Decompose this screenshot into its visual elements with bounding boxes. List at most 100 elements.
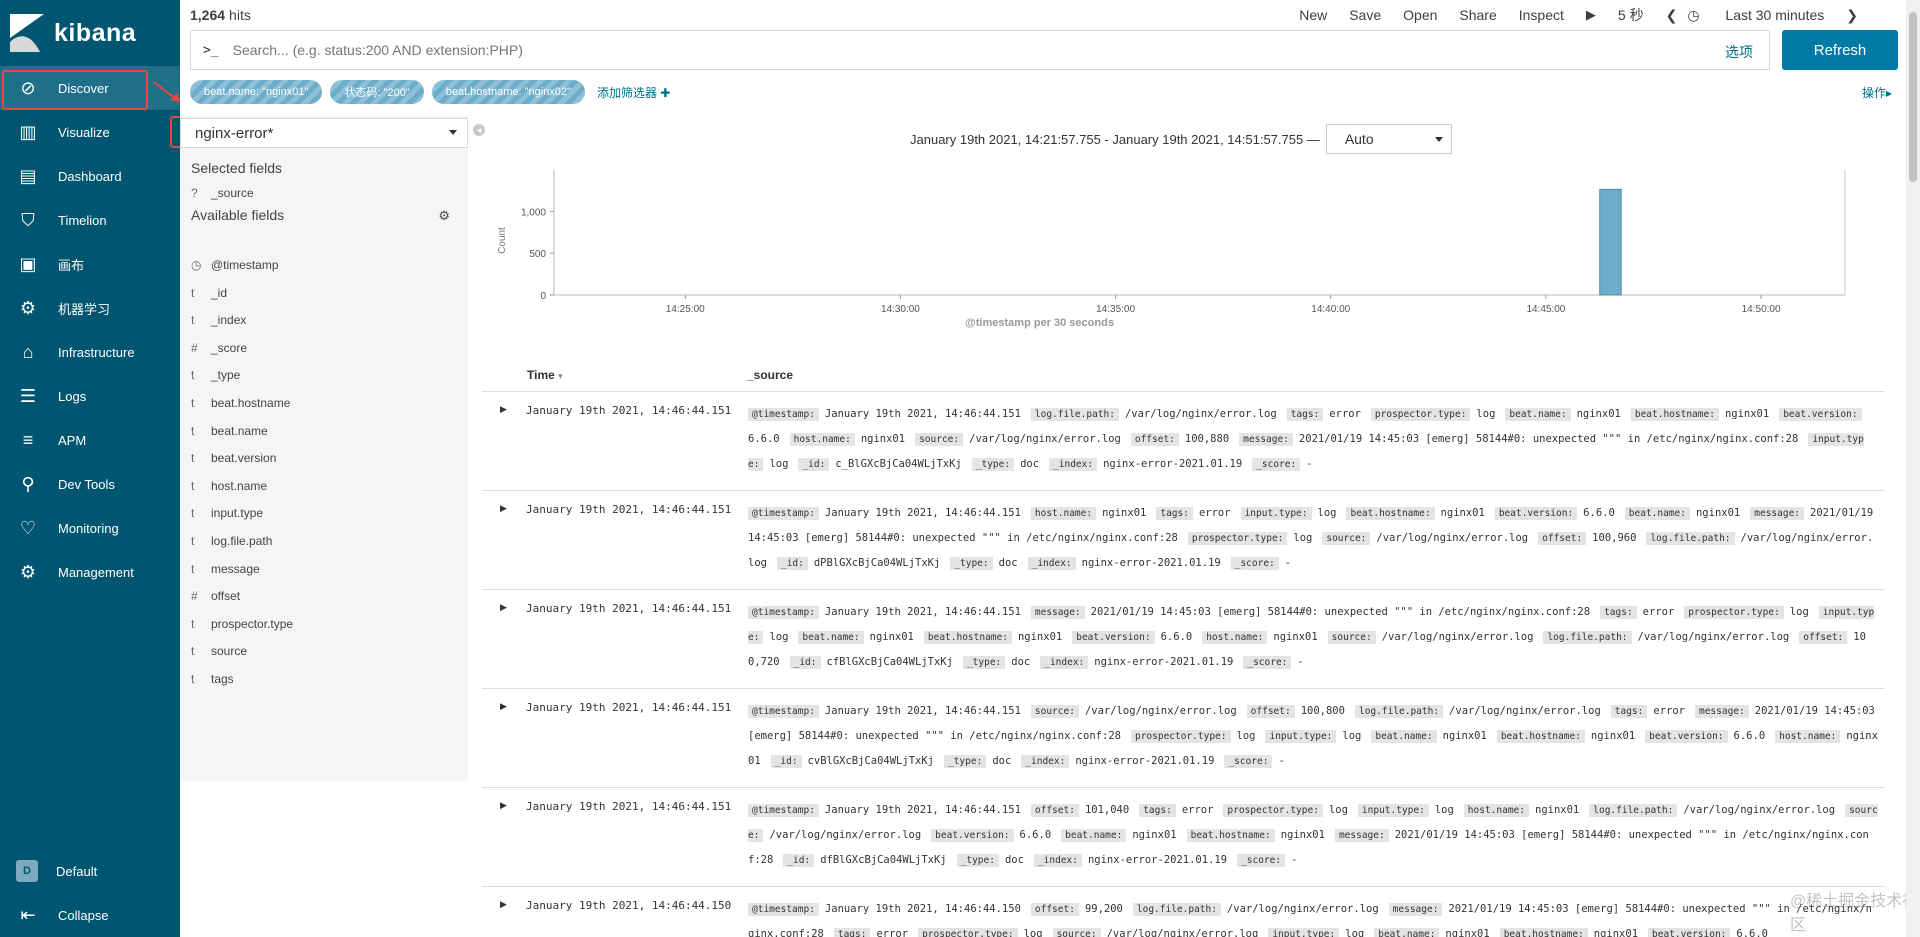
- field-key: _id:: [798, 458, 830, 471]
- options-link[interactable]: 选项: [1725, 42, 1753, 62]
- nav-item-heartbeat[interactable]: ♡ Monitoring: [0, 506, 180, 550]
- field-key: message:: [1334, 829, 1389, 842]
- filter-actions-link[interactable]: 操作▸: [1862, 84, 1892, 101]
- field-name: host.name: [211, 478, 268, 493]
- filter-pill[interactable]: 状态码: "200": [330, 80, 424, 104]
- save-button[interactable]: Save: [1349, 7, 1381, 23]
- table-row[interactable]: ▶ January 19th 2021, 14:46:44.151 @timesta…: [482, 391, 1885, 490]
- expand-row-icon[interactable]: ▶: [500, 503, 507, 514]
- time-column-header[interactable]: Time ▾: [527, 368, 563, 382]
- field-settings-gear-icon[interactable]: ⚙: [438, 208, 450, 224]
- nav-item-infrastructure[interactable]: ⌂ Infrastructure: [0, 330, 180, 374]
- time-range-picker[interactable]: ◷ Last 30 minutes: [1687, 7, 1824, 24]
- table-row[interactable]: ▶ January 19th 2021, 14:46:44.151 @timesta…: [482, 490, 1885, 589]
- field-item[interactable]: # offset: [191, 585, 240, 607]
- field-item[interactable]: t _index: [191, 309, 246, 331]
- field-item[interactable]: t beat.hostname: [191, 392, 290, 414]
- table-row[interactable]: ▶ January 19th 2021, 14:46:44.150 @timesta…: [482, 886, 1885, 937]
- expand-row-icon[interactable]: ▶: [500, 602, 507, 613]
- filter-pill[interactable]: beat.name: "nginx01": [190, 80, 323, 104]
- field-type-icon: ?: [191, 186, 198, 200]
- table-row[interactable]: ▶ January 19th 2021, 14:46:44.151 @timesta…: [482, 787, 1885, 886]
- nav-item-machine-learning[interactable]: ⚙ 机器学习: [0, 286, 180, 330]
- field-value: nginx-error-2021.01.19: [1081, 557, 1221, 569]
- sidebar-collapse-icon[interactable]: ◂: [473, 124, 485, 136]
- field-key: @timestamp:: [748, 705, 819, 718]
- expand-row-icon[interactable]: ▶: [500, 701, 507, 712]
- expand-row-icon[interactable]: ▶: [500, 899, 507, 910]
- page-scrollbar[interactable]: [1906, 0, 1920, 937]
- collapse-button[interactable]: ⇤ Collapse: [0, 893, 180, 937]
- expand-row-icon[interactable]: ▶: [500, 800, 507, 811]
- refresh-interval[interactable]: 5 秒: [1618, 5, 1644, 25]
- field-key: log.file.path:: [1543, 631, 1632, 644]
- nav-item-bar-chart[interactable]: ▥ Visualize: [0, 110, 180, 154]
- field-key: _type:: [943, 755, 987, 768]
- brand[interactable]: kibana: [0, 0, 180, 66]
- time-next-icon[interactable]: ❯: [1846, 7, 1858, 24]
- field-item[interactable]: t host.name: [191, 475, 267, 497]
- time-prev-icon[interactable]: ❮: [1666, 7, 1678, 24]
- watermark: @稀土掘金技术社区: [1790, 893, 1919, 934]
- field-value: nginx01: [1132, 829, 1177, 841]
- table-row[interactable]: ▶ January 19th 2021, 14:46:44.151 @timesta…: [482, 688, 1885, 787]
- field-value: nginx01: [1442, 730, 1487, 742]
- field-name: _type: [211, 368, 241, 383]
- inspect-button[interactable]: Inspect: [1519, 7, 1564, 23]
- filter-pill[interactable]: beat.hostname: "nginx02": [431, 80, 585, 104]
- open-button[interactable]: Open: [1403, 7, 1437, 23]
- field-item[interactable]: ◷ @timestamp: [191, 254, 279, 276]
- field-name: _score: [211, 340, 248, 355]
- doc-source: @timestamp: January 19th 2021, 14:46:44.1…: [748, 699, 1878, 774]
- heartbeat-icon: ♡: [19, 517, 37, 538]
- field-key: _type:: [956, 854, 999, 867]
- field-value: error: [1642, 606, 1675, 618]
- field-item[interactable]: t input.type: [191, 502, 263, 524]
- add-filter-link[interactable]: 添加筛选器 ✚: [597, 84, 670, 101]
- space-selector[interactable]: D Default: [0, 849, 180, 893]
- field-key: host.name:: [1775, 730, 1841, 743]
- top-nav: 1,264 hits New Save Open Share Inspect ▶…: [180, 0, 1920, 30]
- nav-item-apm[interactable]: ≡ APM: [0, 418, 180, 462]
- field-key: offset:: [1246, 705, 1295, 718]
- doc-source: @timestamp: January 19th 2021, 14:46:44.1…: [748, 501, 1878, 576]
- nav-item-gear[interactable]: ⚙ Management: [0, 550, 180, 594]
- field-item[interactable]: t tags: [191, 668, 234, 690]
- nav-item-shield[interactable]: ⛉ Timelion: [0, 198, 180, 242]
- field-item[interactable]: t message: [191, 558, 260, 580]
- new-button[interactable]: New: [1299, 7, 1327, 23]
- search-input[interactable]: [232, 42, 1533, 58]
- field-key: prospector.type:: [1187, 532, 1288, 545]
- field-item[interactable]: # _score: [191, 337, 247, 359]
- field-key: host.name:: [1463, 804, 1529, 817]
- field-key: message:: [1030, 606, 1085, 619]
- field-key: source:: [1327, 631, 1376, 644]
- play-icon[interactable]: ▶: [1586, 7, 1596, 23]
- nav-item-canvas[interactable]: ▣ 画布: [0, 242, 180, 286]
- field-value: 6.6.0: [1160, 631, 1193, 643]
- field-item[interactable]: t source: [191, 640, 247, 662]
- bar-chart-icon: ▥: [19, 121, 37, 142]
- nav-item-dashboard[interactable]: ▤ Dashboard: [0, 154, 180, 198]
- interval-select[interactable]: Auto: [1325, 124, 1452, 154]
- field-item[interactable]: t beat.name: [191, 420, 268, 442]
- share-button[interactable]: Share: [1459, 7, 1496, 23]
- field-value: nginx-error-2021.01.19: [1075, 755, 1215, 767]
- table-row[interactable]: ▶ January 19th 2021, 14:46:44.151 @timesta…: [482, 589, 1885, 688]
- field-value: 6.6.0: [1733, 730, 1766, 742]
- field-item[interactable]: ? _source: [191, 182, 254, 204]
- gear-icon: ⚙: [19, 561, 37, 582]
- collapse-label: Collapse: [58, 907, 109, 923]
- field-key: _type:: [962, 656, 1006, 669]
- field-item[interactable]: t _type: [191, 364, 240, 386]
- field-item[interactable]: t beat.version: [191, 447, 276, 469]
- field-item[interactable]: t _id: [191, 282, 227, 304]
- index-pattern-select[interactable]: nginx-error*: [180, 118, 468, 148]
- field-item[interactable]: t log.file.path: [191, 530, 272, 552]
- field-item[interactable]: t prospector.type: [191, 613, 293, 635]
- nav-item-wrench[interactable]: ⚲ Dev Tools: [0, 462, 180, 506]
- nav-item-logs[interactable]: ☰ Logs: [0, 374, 180, 418]
- scroll-thumb[interactable]: [1909, 12, 1917, 182]
- expand-row-icon[interactable]: ▶: [500, 404, 507, 415]
- refresh-button[interactable]: Refresh: [1782, 30, 1898, 70]
